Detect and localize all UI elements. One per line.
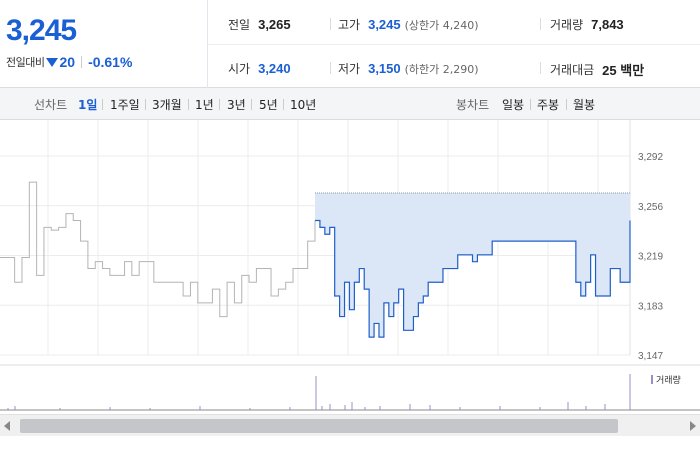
stat-amount: 거래대금 25 백만 (550, 60, 644, 79)
stat-value: 3,265 (258, 17, 291, 32)
stat-value: 3,150 (368, 61, 401, 76)
y-tick-label: 3,183 (638, 301, 663, 312)
stat-value: 25 백만 (602, 63, 645, 78)
y-tick-label: 3,256 (638, 202, 663, 213)
scrollbar-thumb[interactable] (20, 419, 618, 433)
divider (540, 62, 541, 74)
tab-10-years[interactable]: 10년 (290, 96, 316, 113)
divider (251, 99, 252, 110)
line-chart-label: 선차트 (34, 98, 68, 112)
stat-volume: 거래량 7,843 (550, 16, 624, 33)
stat-low: 저가 3,150 (하한가 2,290) (338, 60, 479, 77)
tab-3-months[interactable]: 3개월 (152, 96, 182, 113)
divider (145, 99, 146, 110)
series-line-previous (0, 181, 316, 318)
stat-label: 거래대금 (550, 63, 595, 77)
scroll-left-icon[interactable] (4, 421, 10, 431)
tab-monthly-candle[interactable]: 월봉 (573, 96, 595, 113)
volume-legend-swatch (651, 375, 653, 384)
price-chart-svg: 3,292 3,256 3,219 3,183 3,147 거래량 (0, 120, 700, 411)
divider (330, 62, 331, 74)
stat-value: 3,240 (258, 61, 291, 76)
stat-label: 전일 (228, 18, 251, 32)
change-rate: -0.61% (88, 54, 133, 70)
price-chart[interactable]: 3,292 3,256 3,219 3,183 3,147 거래량 (0, 120, 700, 440)
scroll-right-icon[interactable] (690, 421, 696, 431)
stat-label: 거래량 (550, 18, 584, 32)
down-arrow-icon (46, 57, 59, 67)
series-area-today (315, 193, 630, 338)
current-price: 3,245 (6, 14, 77, 47)
divider (188, 99, 189, 110)
y-tick-label: 3,292 (638, 152, 663, 163)
tab-1-week[interactable]: 1주일 (110, 96, 140, 113)
stat-prev-close: 전일 3,265 (228, 16, 291, 33)
y-tick-label: 3,219 (638, 252, 663, 263)
divider (102, 99, 103, 110)
change-value: 20 (59, 54, 76, 70)
stat-label: 고가 (338, 18, 361, 32)
divider (540, 18, 541, 30)
tab-daily-candle[interactable]: 일봉 (502, 96, 524, 113)
y-tick-label: 3,147 (638, 351, 663, 362)
stat-sub: (상한가 4,240) (404, 18, 479, 32)
divider (283, 99, 284, 110)
divider (530, 99, 531, 110)
chart-scrollbar[interactable] (0, 414, 700, 436)
stat-high: 고가 3,245 (상한가 4,240) (338, 16, 479, 33)
tab-1-day[interactable]: 1일 (78, 96, 97, 113)
tab-weekly-candle[interactable]: 주봉 (537, 96, 559, 113)
divider (81, 56, 83, 68)
tab-5-years[interactable]: 5년 (259, 96, 278, 113)
stat-label: 저가 (338, 62, 361, 76)
price-change-row: 전일대비 20 -0.61% (6, 54, 132, 70)
quote-panel: 3,245 전일대비 20 -0.61% 전일 3,265 고가 3,245 (… (0, 0, 700, 88)
stat-open: 시가 3,240 (228, 60, 291, 77)
current-price-box: 3,245 전일대비 20 -0.61% (0, 0, 208, 88)
divider (566, 99, 567, 110)
tab-3-years[interactable]: 3년 (227, 96, 246, 113)
divider (208, 44, 700, 45)
volume-legend-label: 거래량 (656, 374, 681, 386)
stat-value: 7,843 (591, 17, 624, 32)
change-label: 전일대비 (6, 56, 45, 69)
stat-sub: (하한가 2,290) (404, 62, 479, 76)
stat-value: 3,245 (368, 17, 401, 32)
divider (219, 99, 220, 110)
chart-period-tabs: 선차트 1일 1주일 3개월 1년 3년 5년 10년 봉차트 일봉 주봉 월봉 (0, 88, 700, 120)
stat-label: 시가 (228, 62, 251, 76)
candle-chart-label: 봉차트 (456, 98, 490, 112)
tab-1-year[interactable]: 1년 (195, 96, 214, 113)
divider (330, 18, 331, 30)
